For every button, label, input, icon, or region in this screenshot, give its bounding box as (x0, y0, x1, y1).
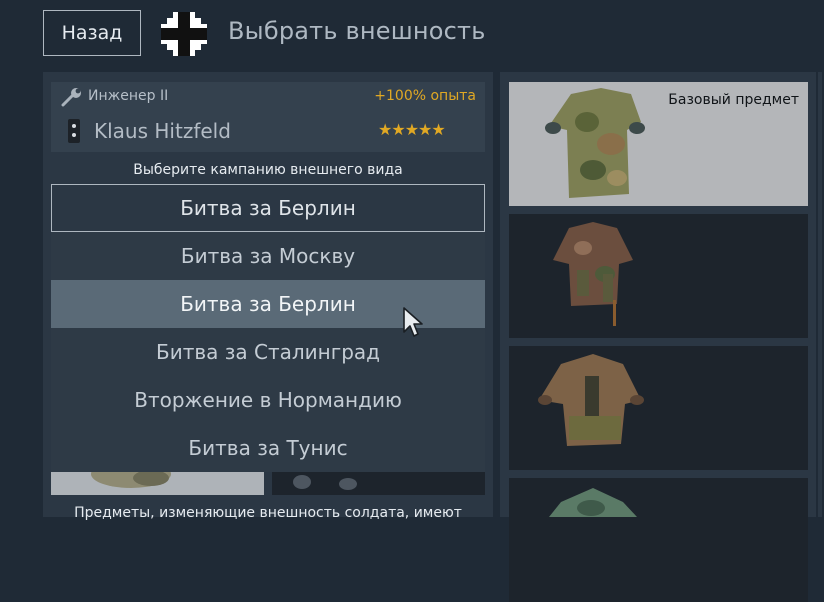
outfit-preview-tile[interactable] (272, 472, 485, 495)
campaign-hint: Выберите кампанию внешнего вида (133, 162, 403, 178)
item-tile[interactable] (509, 346, 808, 470)
page-title: Выбрать внешность (228, 17, 486, 45)
dropdown-option[interactable]: Битва за Тунис (51, 424, 485, 472)
soldier-class-label: Инженер II (88, 88, 169, 104)
balkenkreuz-icon (161, 12, 207, 56)
field-jacket-image (538, 354, 644, 446)
uniform-preview-image (91, 472, 171, 488)
campaign-dropdown: Битва за Москву Битва за Берлин Битва за… (51, 232, 485, 472)
soldier-rating-stars: ★★★★★ (378, 120, 446, 139)
top-bar: Назад Выбрать внешность (0, 0, 824, 70)
dropdown-option[interactable]: Битва за Москву (51, 232, 485, 280)
mouse-cursor-icon (403, 307, 423, 337)
dropdown-option[interactable]: Вторжение в Нормандию (51, 376, 485, 424)
base-item-label: Базовый предмет (668, 92, 799, 108)
item-tile[interactable] (509, 478, 808, 602)
exp-bonus-label: +100% опыта (374, 88, 476, 104)
wrench-icon (61, 88, 81, 107)
item-tile[interactable] (509, 214, 808, 338)
winter-parka-image (553, 222, 633, 326)
outfit-preview-tile[interactable] (51, 472, 264, 495)
footer-note: Предметы, изменяющие внешность солдата, … (74, 505, 462, 521)
campaign-select[interactable]: Битва за Берлин (51, 184, 485, 232)
back-button[interactable]: Назад (43, 10, 141, 56)
item-tile-base[interactable]: Базовый предмет (509, 82, 808, 206)
rank-insignia-icon (68, 119, 80, 143)
scrollbar[interactable] (818, 72, 822, 517)
boots-preview-image (293, 475, 357, 490)
green-uniform-image (549, 488, 637, 517)
soldier-name: Klaus Hitzfeld (94, 119, 231, 143)
